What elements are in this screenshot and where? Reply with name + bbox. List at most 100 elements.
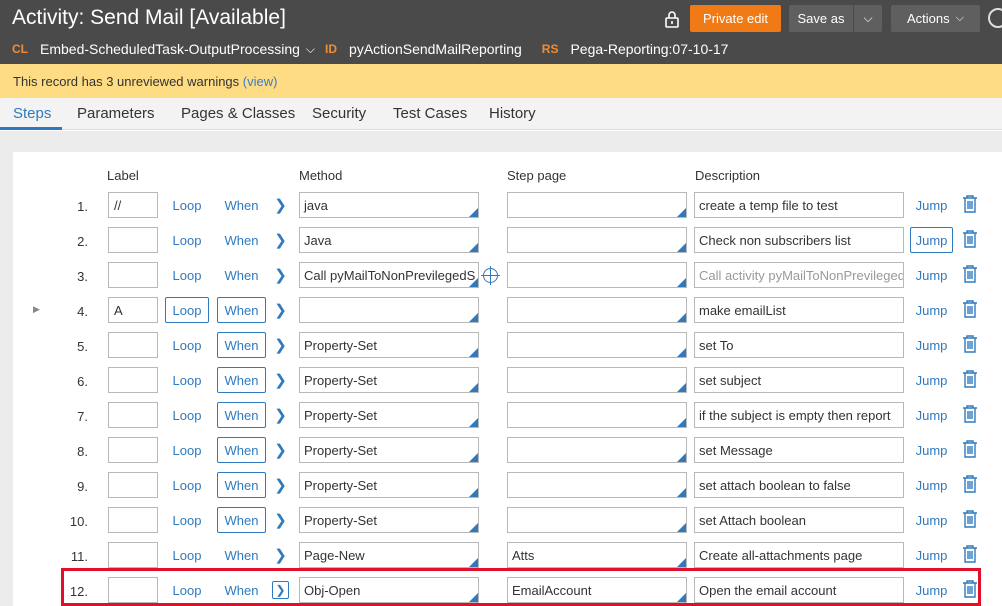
when-link[interactable]: When (217, 192, 266, 218)
tab-pages-classes[interactable]: Pages & Classes (181, 105, 295, 122)
step-label-input[interactable] (108, 332, 158, 358)
step-label-input[interactable]: A (108, 297, 158, 323)
step-page-input[interactable] (507, 297, 687, 323)
save-as-button[interactable]: Save as (789, 5, 853, 32)
jump-link[interactable]: Jump (910, 367, 953, 393)
when-button[interactable]: When (217, 472, 266, 498)
when-button[interactable]: When (217, 332, 266, 358)
method-input[interactable]: Property-Set (299, 402, 479, 428)
when-link[interactable]: When (217, 542, 266, 568)
step-label-input[interactable]: // (108, 192, 158, 218)
trash-icon[interactable] (961, 369, 979, 389)
description-input[interactable]: create a temp file to test (694, 192, 904, 218)
tab-security[interactable]: Security (312, 105, 366, 122)
jump-link[interactable]: Jump (910, 437, 953, 463)
description-input[interactable]: set Message (694, 437, 904, 463)
when-button[interactable]: When (217, 437, 266, 463)
step-page-input[interactable] (507, 367, 687, 393)
jump-button[interactable]: Jump (910, 227, 953, 253)
trash-icon[interactable] (961, 404, 979, 424)
loop-link[interactable]: Loop (165, 367, 209, 393)
class-name-link[interactable]: Embed-ScheduledTask-OutputProcessing (40, 41, 300, 57)
save-as-dropdown-button[interactable]: ⌵ (854, 5, 882, 32)
loop-button[interactable]: Loop (165, 297, 209, 323)
method-input[interactable]: Property-Set (299, 437, 479, 463)
method-input[interactable]: Java (299, 227, 479, 253)
chevron-right-icon[interactable]: ❯ (272, 266, 289, 284)
tab-history[interactable]: History (489, 105, 536, 122)
step-page-input[interactable] (507, 507, 687, 533)
description-input[interactable]: set subject (694, 367, 904, 393)
method-input[interactable]: Page-New (299, 542, 479, 568)
jump-link[interactable]: Jump (910, 262, 953, 288)
crosshair-target-icon[interactable] (481, 266, 500, 285)
actions-menu-button[interactable]: Actions ⌵ (891, 5, 980, 32)
jump-link[interactable]: Jump (910, 332, 953, 358)
when-button[interactable]: When (217, 402, 266, 428)
loop-link[interactable]: Loop (165, 472, 209, 498)
step-page-input[interactable] (507, 192, 687, 218)
trash-icon[interactable] (961, 334, 979, 354)
loop-link[interactable]: Loop (165, 227, 209, 253)
when-button[interactable]: When (217, 507, 266, 533)
description-input[interactable]: set To (694, 332, 904, 358)
step-label-input[interactable] (108, 472, 158, 498)
chevron-right-icon[interactable]: ❯ (272, 546, 289, 564)
help-icon[interactable] (988, 8, 1002, 28)
loop-link[interactable]: Loop (165, 542, 209, 568)
tab-parameters[interactable]: Parameters (77, 105, 155, 122)
jump-link[interactable]: Jump (910, 297, 953, 323)
trash-icon[interactable] (961, 229, 979, 249)
step-page-input[interactable] (507, 332, 687, 358)
chevron-right-icon[interactable]: ❯ (272, 196, 289, 214)
loop-link[interactable]: Loop (165, 332, 209, 358)
method-input[interactable]: Call pyMailToNonPrevilegedS (299, 262, 479, 288)
trash-icon[interactable] (961, 264, 979, 284)
trash-icon[interactable] (961, 439, 979, 459)
jump-link[interactable]: Jump (910, 402, 953, 428)
tab-test-cases[interactable]: Test Cases (393, 105, 467, 122)
description-input[interactable]: set Attach boolean (694, 507, 904, 533)
chevron-right-icon[interactable]: ❯ (272, 511, 289, 529)
description-input[interactable]: Create all-attachments page (694, 542, 904, 568)
step-page-input[interactable] (507, 402, 687, 428)
when-link[interactable]: When (217, 262, 266, 288)
private-edit-button[interactable]: Private edit (690, 5, 781, 32)
trash-icon[interactable] (961, 474, 979, 494)
method-input[interactable]: Property-Set (299, 472, 479, 498)
chevron-down-icon[interactable]: ⌵ (306, 42, 315, 57)
method-input[interactable]: java (299, 192, 479, 218)
when-button[interactable]: When (217, 297, 266, 323)
trash-icon[interactable] (961, 544, 979, 564)
jump-link[interactable]: Jump (910, 472, 953, 498)
step-page-input[interactable] (507, 472, 687, 498)
step-page-input[interactable]: Atts (507, 542, 687, 568)
method-input[interactable]: Property-Set (299, 367, 479, 393)
description-input[interactable]: Check non subscribers list (694, 227, 904, 253)
step-page-input[interactable] (507, 227, 687, 253)
chevron-right-icon[interactable]: ❯ (272, 231, 289, 249)
step-label-input[interactable] (108, 437, 158, 463)
when-link[interactable]: When (217, 227, 266, 253)
description-input[interactable]: if the subject is empty then report (694, 402, 904, 428)
step-label-input[interactable] (108, 367, 158, 393)
trash-icon[interactable] (961, 509, 979, 529)
loop-link[interactable]: Loop (165, 402, 209, 428)
loop-link[interactable]: Loop (165, 262, 209, 288)
description-input[interactable]: set attach boolean to false (694, 472, 904, 498)
step-label-input[interactable] (108, 542, 158, 568)
step-label-input[interactable] (108, 227, 158, 253)
method-input[interactable]: Property-Set (299, 507, 479, 533)
step-label-input[interactable] (108, 402, 158, 428)
jump-link[interactable]: Jump (910, 192, 953, 218)
step-page-input[interactable] (507, 262, 687, 288)
step-label-input[interactable] (108, 507, 158, 533)
chevron-right-icon[interactable]: ❯ (272, 336, 289, 354)
chevron-right-icon[interactable]: ❯ (272, 476, 289, 494)
chevron-right-icon[interactable]: ❯ (272, 441, 289, 459)
step-page-input[interactable] (507, 437, 687, 463)
jump-link[interactable]: Jump (910, 542, 953, 568)
description-input[interactable]: make emailList (694, 297, 904, 323)
description-input[interactable]: Call activity pyMailToNonPrevilegedS (694, 262, 904, 288)
step-label-input[interactable] (108, 262, 158, 288)
